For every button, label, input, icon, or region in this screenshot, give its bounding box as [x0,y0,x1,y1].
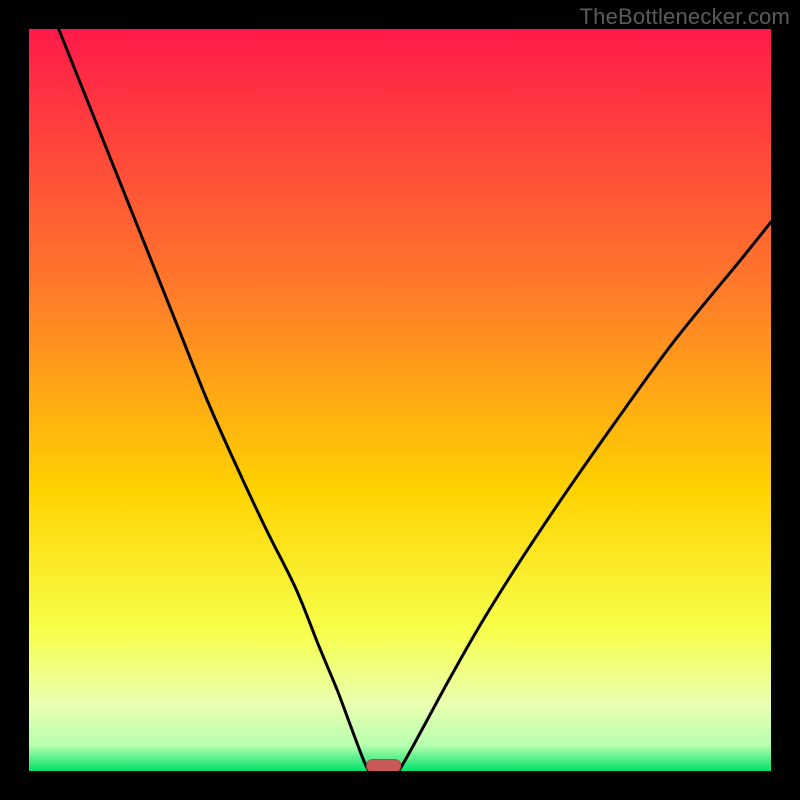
chart-frame: TheBottlenecker.com [0,0,800,800]
optimum-marker [367,760,401,772]
bottleneck-chart [29,29,771,771]
gradient-background [29,29,771,771]
attribution-label: TheBottlenecker.com [580,4,790,30]
